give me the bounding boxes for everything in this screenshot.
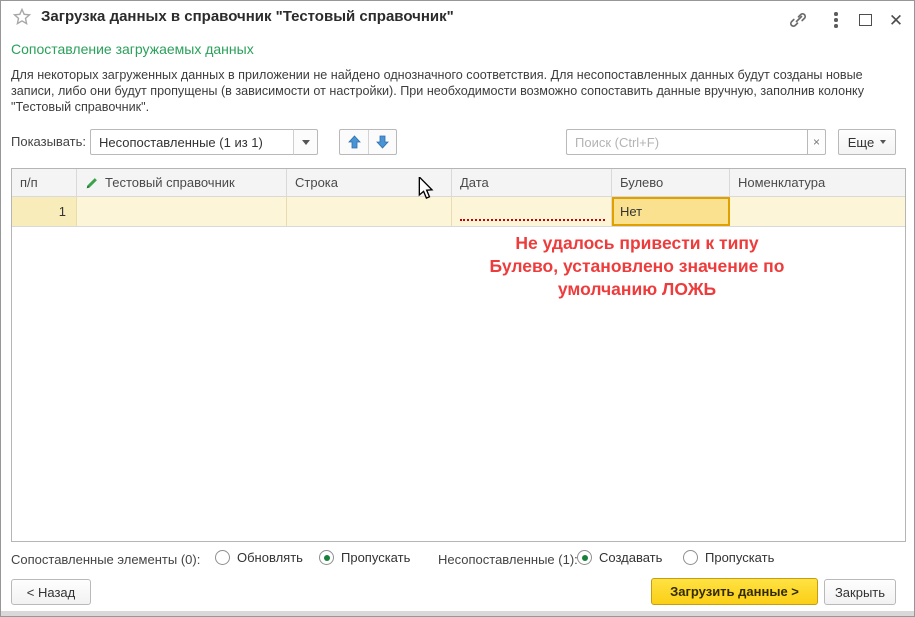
show-label: Показывать: [11,134,86,149]
filter-dropdown[interactable] [90,129,294,155]
more-actions-label: Еще [848,135,874,150]
radio-icon [215,550,230,565]
column-header-nomenclature[interactable]: Номенклатура [730,169,905,196]
link-icon[interactable] [787,9,809,31]
date-cell[interactable] [452,197,612,226]
move-buttons-group [339,129,397,155]
window-bottom-edge [1,611,914,616]
description-text: Для некоторых загруженных данных в прило… [11,67,895,115]
column-header-catalog[interactable]: Тестовый справочник [77,169,287,196]
radio-matched-skip[interactable]: Пропускать [319,550,410,565]
error-annotation: Не удалось привести к типу Булево, устан… [419,232,855,301]
table-header-row: п/п Тестовый справочник Строка Дата Буле… [12,169,905,197]
close-window-icon[interactable]: ✕ [885,9,907,31]
boolean-cell-selected[interactable]: Нет [612,197,730,226]
more-actions-button[interactable]: Еще [838,129,896,155]
filter-value-input[interactable] [91,130,293,154]
row-number-cell[interactable]: 1 [12,197,77,226]
favorite-star-icon[interactable] [12,7,32,27]
arrow-up-icon [348,135,361,149]
load-data-button[interactable]: Загрузить данные > [651,578,818,605]
radio-unmatched-create[interactable]: Создавать [577,550,662,565]
page-subtitle: Сопоставление загружаемых данных [11,41,254,57]
column-header-date[interactable]: Дата [452,169,612,196]
error-underline [460,219,605,221]
annotation-line: Булево, установлено значение по [419,255,855,278]
move-down-button[interactable] [368,130,396,154]
annotation-line: Не удалось привести к типу [419,232,855,255]
radio-unmatched-skip[interactable]: Пропускать [683,550,774,565]
search-area: × [566,129,826,155]
search-input[interactable] [566,129,807,155]
back-button[interactable]: < Назад [11,579,91,605]
radio-selected-icon [319,550,334,565]
mapping-table: п/п Тестовый справочник Строка Дата Буле… [11,168,906,542]
column-header-boolean[interactable]: Булево [612,169,730,196]
column-header-num[interactable]: п/п [12,169,77,196]
search-clear-button[interactable]: × [807,129,826,155]
annotation-line: умолчанию ЛОЖЬ [419,278,855,301]
filter-dropdown-arrow[interactable] [293,129,318,155]
mouse-cursor [417,177,435,206]
maximize-icon[interactable] [854,9,876,31]
chevron-down-icon [880,140,886,144]
arrow-down-icon [376,135,389,149]
move-up-button[interactable] [340,130,368,154]
radio-icon [683,550,698,565]
catalog-cell[interactable] [77,197,287,226]
close-button[interactable]: Закрыть [824,579,896,605]
radio-matched-update[interactable]: Обновлять [215,550,303,565]
window-title: Загрузка данных в справочник "Тестовый с… [41,8,454,25]
unmatched-label: Несопоставленные (1): [438,552,578,567]
nomenclature-cell[interactable] [730,197,905,226]
chevron-down-icon [302,140,310,145]
table-row[interactable]: 1 Нет [12,197,905,227]
dialog-window: Загрузка данных в справочник "Тестовый с… [0,0,915,617]
pencil-edit-icon [85,176,99,190]
more-menu-icon[interactable] [825,9,847,31]
matched-label: Сопоставленные элементы (0): [11,552,200,567]
options-row: Сопоставленные элементы (0): Обновлять П… [1,550,915,570]
radio-selected-icon [577,550,592,565]
